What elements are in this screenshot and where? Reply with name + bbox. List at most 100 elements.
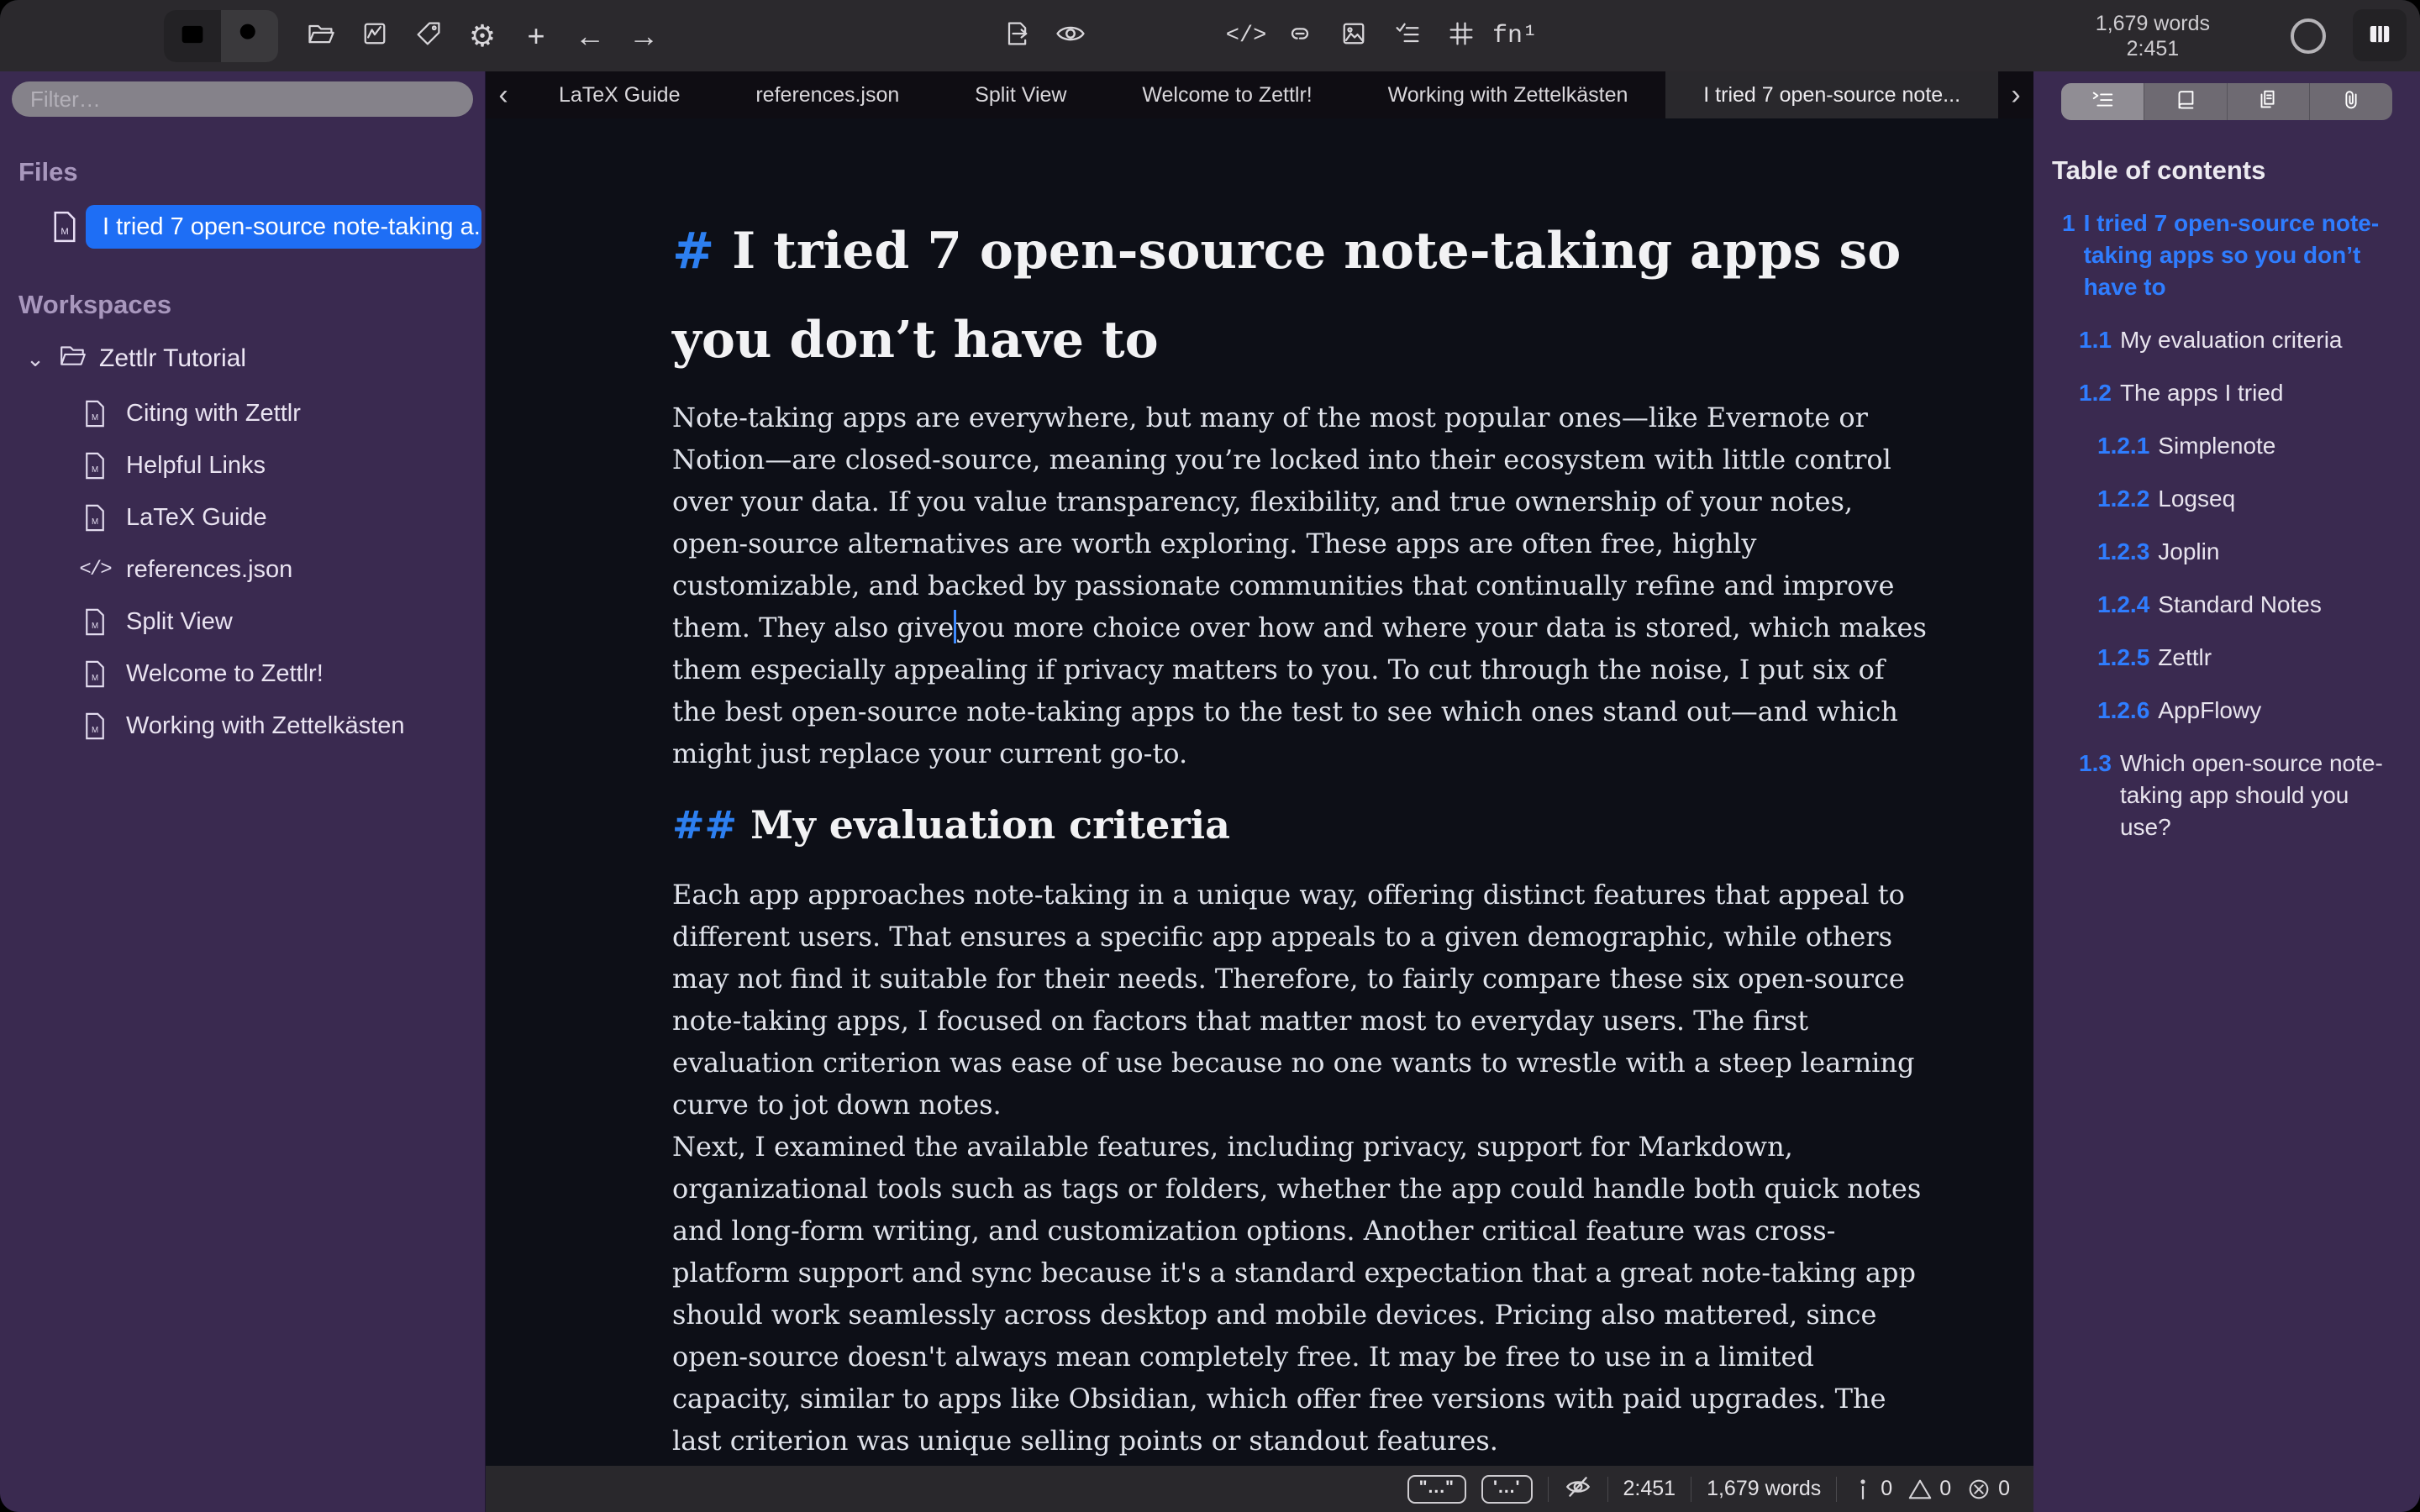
toc-item[interactable]: 1.1 My evaluation criteria: [2052, 324, 2395, 356]
settings-button[interactable]: ⚙: [455, 11, 509, 61]
tab-attachments[interactable]: [2310, 83, 2392, 120]
workspace-root-row[interactable]: ⌄ Zettlr Tutorial: [24, 337, 485, 381]
toc-item[interactable]: 1.2.3 Joplin: [2052, 536, 2395, 568]
open-file-row[interactable]: M I tried 7 open-source note-taking a...: [50, 204, 485, 249]
toc-item-label: Standard Notes: [2158, 589, 2322, 621]
paragraph-intro: Note-taking apps are everywhere, but man…: [672, 396, 1933, 774]
diagnostics-info[interactable]: 0: [1852, 1477, 1892, 1502]
sidebar-panel-tabs: [2061, 83, 2392, 120]
markdown-file-icon: M: [81, 604, 109, 639]
insert-image-button[interactable]: [1327, 11, 1381, 61]
toc-item[interactable]: 1.2.4 Standard Notes: [2052, 589, 2395, 621]
toc-item-number: 1.2.4: [2097, 589, 2149, 621]
preview-button[interactable]: [1044, 11, 1097, 61]
toc-item-number: 1: [2062, 207, 2075, 303]
file-name: Helpful Links: [126, 452, 266, 480]
toc-heading: Table of contents: [2052, 155, 2420, 186]
toc-item-number: 1.2.3: [2097, 536, 2149, 568]
tab-label: Working with Zettelkästen: [1388, 83, 1628, 108]
search-button[interactable]: [221, 10, 278, 62]
tab-label: Split View: [975, 83, 1066, 108]
toc-item-number: 1.2.5: [2097, 642, 2149, 674]
toc-item[interactable]: 1.2.5 Zettlr: [2052, 642, 2395, 674]
tab-references[interactable]: [2144, 83, 2228, 120]
document-tab[interactable]: Working with Zettelkästen: [1350, 71, 1666, 118]
tabs-scroll-left-button[interactable]: ‹: [486, 71, 521, 118]
document-tab[interactable]: references.json: [718, 71, 937, 118]
arrow-right-icon: →: [629, 18, 659, 54]
h1-heading: # I tried 7 open-source note-taking apps…: [672, 207, 1933, 385]
tag-icon: [413, 18, 444, 53]
document-tab[interactable]: LaTeX Guide: [521, 71, 718, 118]
svg-text:M: M: [60, 227, 68, 237]
workspace-file-row[interactable]: M </> Split View: [81, 596, 485, 648]
toc-list: 1 I tried 7 open-source note-taking apps…: [2033, 207, 2420, 843]
toc-item-label: AppFlowy: [2158, 695, 2261, 727]
markdown-file-icon: M: [81, 500, 109, 535]
diagnostics-warnings[interactable]: 0: [1907, 1477, 1951, 1502]
filter-input[interactable]: [12, 81, 473, 117]
navigate-forward-button[interactable]: →: [617, 11, 671, 61]
code-icon: </>: [1226, 24, 1267, 49]
h1-hash-marker: #: [672, 222, 714, 281]
checklist-icon: [1392, 18, 1423, 53]
toc-item-number: 1.2: [2079, 377, 2112, 409]
tab-table-of-contents[interactable]: [2061, 83, 2144, 120]
toc-item[interactable]: 1.2.2 Logseq: [2052, 483, 2395, 515]
tabs-scroll-right-button[interactable]: ›: [1998, 71, 2033, 118]
document-tab[interactable]: Split View: [937, 71, 1104, 118]
smart-quotes-double-button[interactable]: "...": [1407, 1475, 1466, 1504]
markdown-file-icon: M: [81, 448, 109, 483]
file-name: Welcome to Zettlr!: [126, 660, 324, 688]
document-tab[interactable]: I tried 7 open-source note...: [1665, 71, 1998, 118]
markdown-file-icon: M: [81, 396, 109, 431]
insert-code-button[interactable]: </>: [1219, 11, 1273, 61]
stats-button[interactable]: [348, 11, 402, 61]
search-icon: [234, 19, 265, 54]
workspace-file-row[interactable]: M </> Working with Zettelkästen: [81, 700, 485, 752]
file-manager-toggle-button[interactable]: [164, 10, 221, 62]
workspace-file-row[interactable]: M </> Welcome to Zettlr!: [81, 648, 485, 700]
statusbar-divider: [1548, 1477, 1549, 1502]
toc-item-label: Simplenote: [2158, 430, 2275, 462]
toc-item-number: 1.2.1: [2097, 430, 2149, 462]
workspace-file-row[interactable]: M </> Helpful Links: [81, 439, 485, 491]
paragraph-criteria-1: Each app approaches note-taking in a uni…: [672, 874, 1933, 1126]
insert-link-button[interactable]: [1273, 11, 1327, 61]
h2-hash-marker: ##: [672, 802, 737, 848]
toc-item[interactable]: 1.2.6 AppFlowy: [2052, 695, 2395, 727]
document-tabbar: ‹ LaTeX Guide references.json Split View…: [486, 71, 2033, 118]
export-button[interactable]: [990, 11, 1044, 61]
gear-icon: ⚙: [469, 18, 496, 54]
tags-button[interactable]: [402, 11, 455, 61]
toc-item-number: 1.1: [2079, 324, 2112, 356]
tab-related-files[interactable]: [2228, 83, 2311, 120]
workspace-file-row[interactable]: M </> references.json: [81, 543, 485, 596]
open-workspace-button[interactable]: [294, 11, 348, 61]
toc-item[interactable]: 1.2 The apps I tried: [2052, 377, 2395, 409]
h2-heading-evaluation: ## My evaluation criteria: [672, 798, 1933, 852]
toggle-sidebar-button[interactable]: [2353, 9, 2407, 61]
pomodoro-timer-icon[interactable]: [2291, 18, 2326, 54]
markdown-editor[interactable]: # I tried 7 open-source note-taking apps…: [486, 118, 2033, 1466]
workspace-file-row[interactable]: M </> LaTeX Guide: [81, 491, 485, 543]
insert-table-button[interactable]: [1434, 11, 1488, 61]
info-icon: [1852, 1477, 1874, 1502]
toc-item-label: The apps I tried: [2120, 377, 2284, 409]
file-name: LaTeX Guide: [126, 504, 267, 532]
task-list-button[interactable]: [1381, 11, 1434, 61]
new-file-button[interactable]: +: [509, 11, 563, 61]
toc-item[interactable]: 1 I tried 7 open-source note-taking apps…: [2052, 207, 2395, 303]
toc-item[interactable]: 1.3 Which open-source note-taking app sh…: [2052, 748, 2395, 843]
navigate-back-button[interactable]: ←: [563, 11, 617, 61]
diagnostics-errors[interactable]: 0: [1966, 1477, 2010, 1502]
workspace-file-row[interactable]: M </> Citing with Zettlr: [81, 387, 485, 439]
toc-item-label: Zettlr: [2158, 642, 2212, 674]
error-icon: [1966, 1477, 1991, 1502]
toc-item[interactable]: 1.2.1 Simplenote: [2052, 430, 2395, 462]
eye-off-icon[interactable]: [1564, 1473, 1592, 1505]
smart-quotes-single-button[interactable]: '...': [1481, 1475, 1533, 1504]
chevron-down-icon[interactable]: ⌄: [24, 346, 47, 372]
document-tab[interactable]: Welcome to Zettlr!: [1104, 71, 1349, 118]
insert-footnote-button[interactable]: fn¹: [1488, 11, 1542, 61]
